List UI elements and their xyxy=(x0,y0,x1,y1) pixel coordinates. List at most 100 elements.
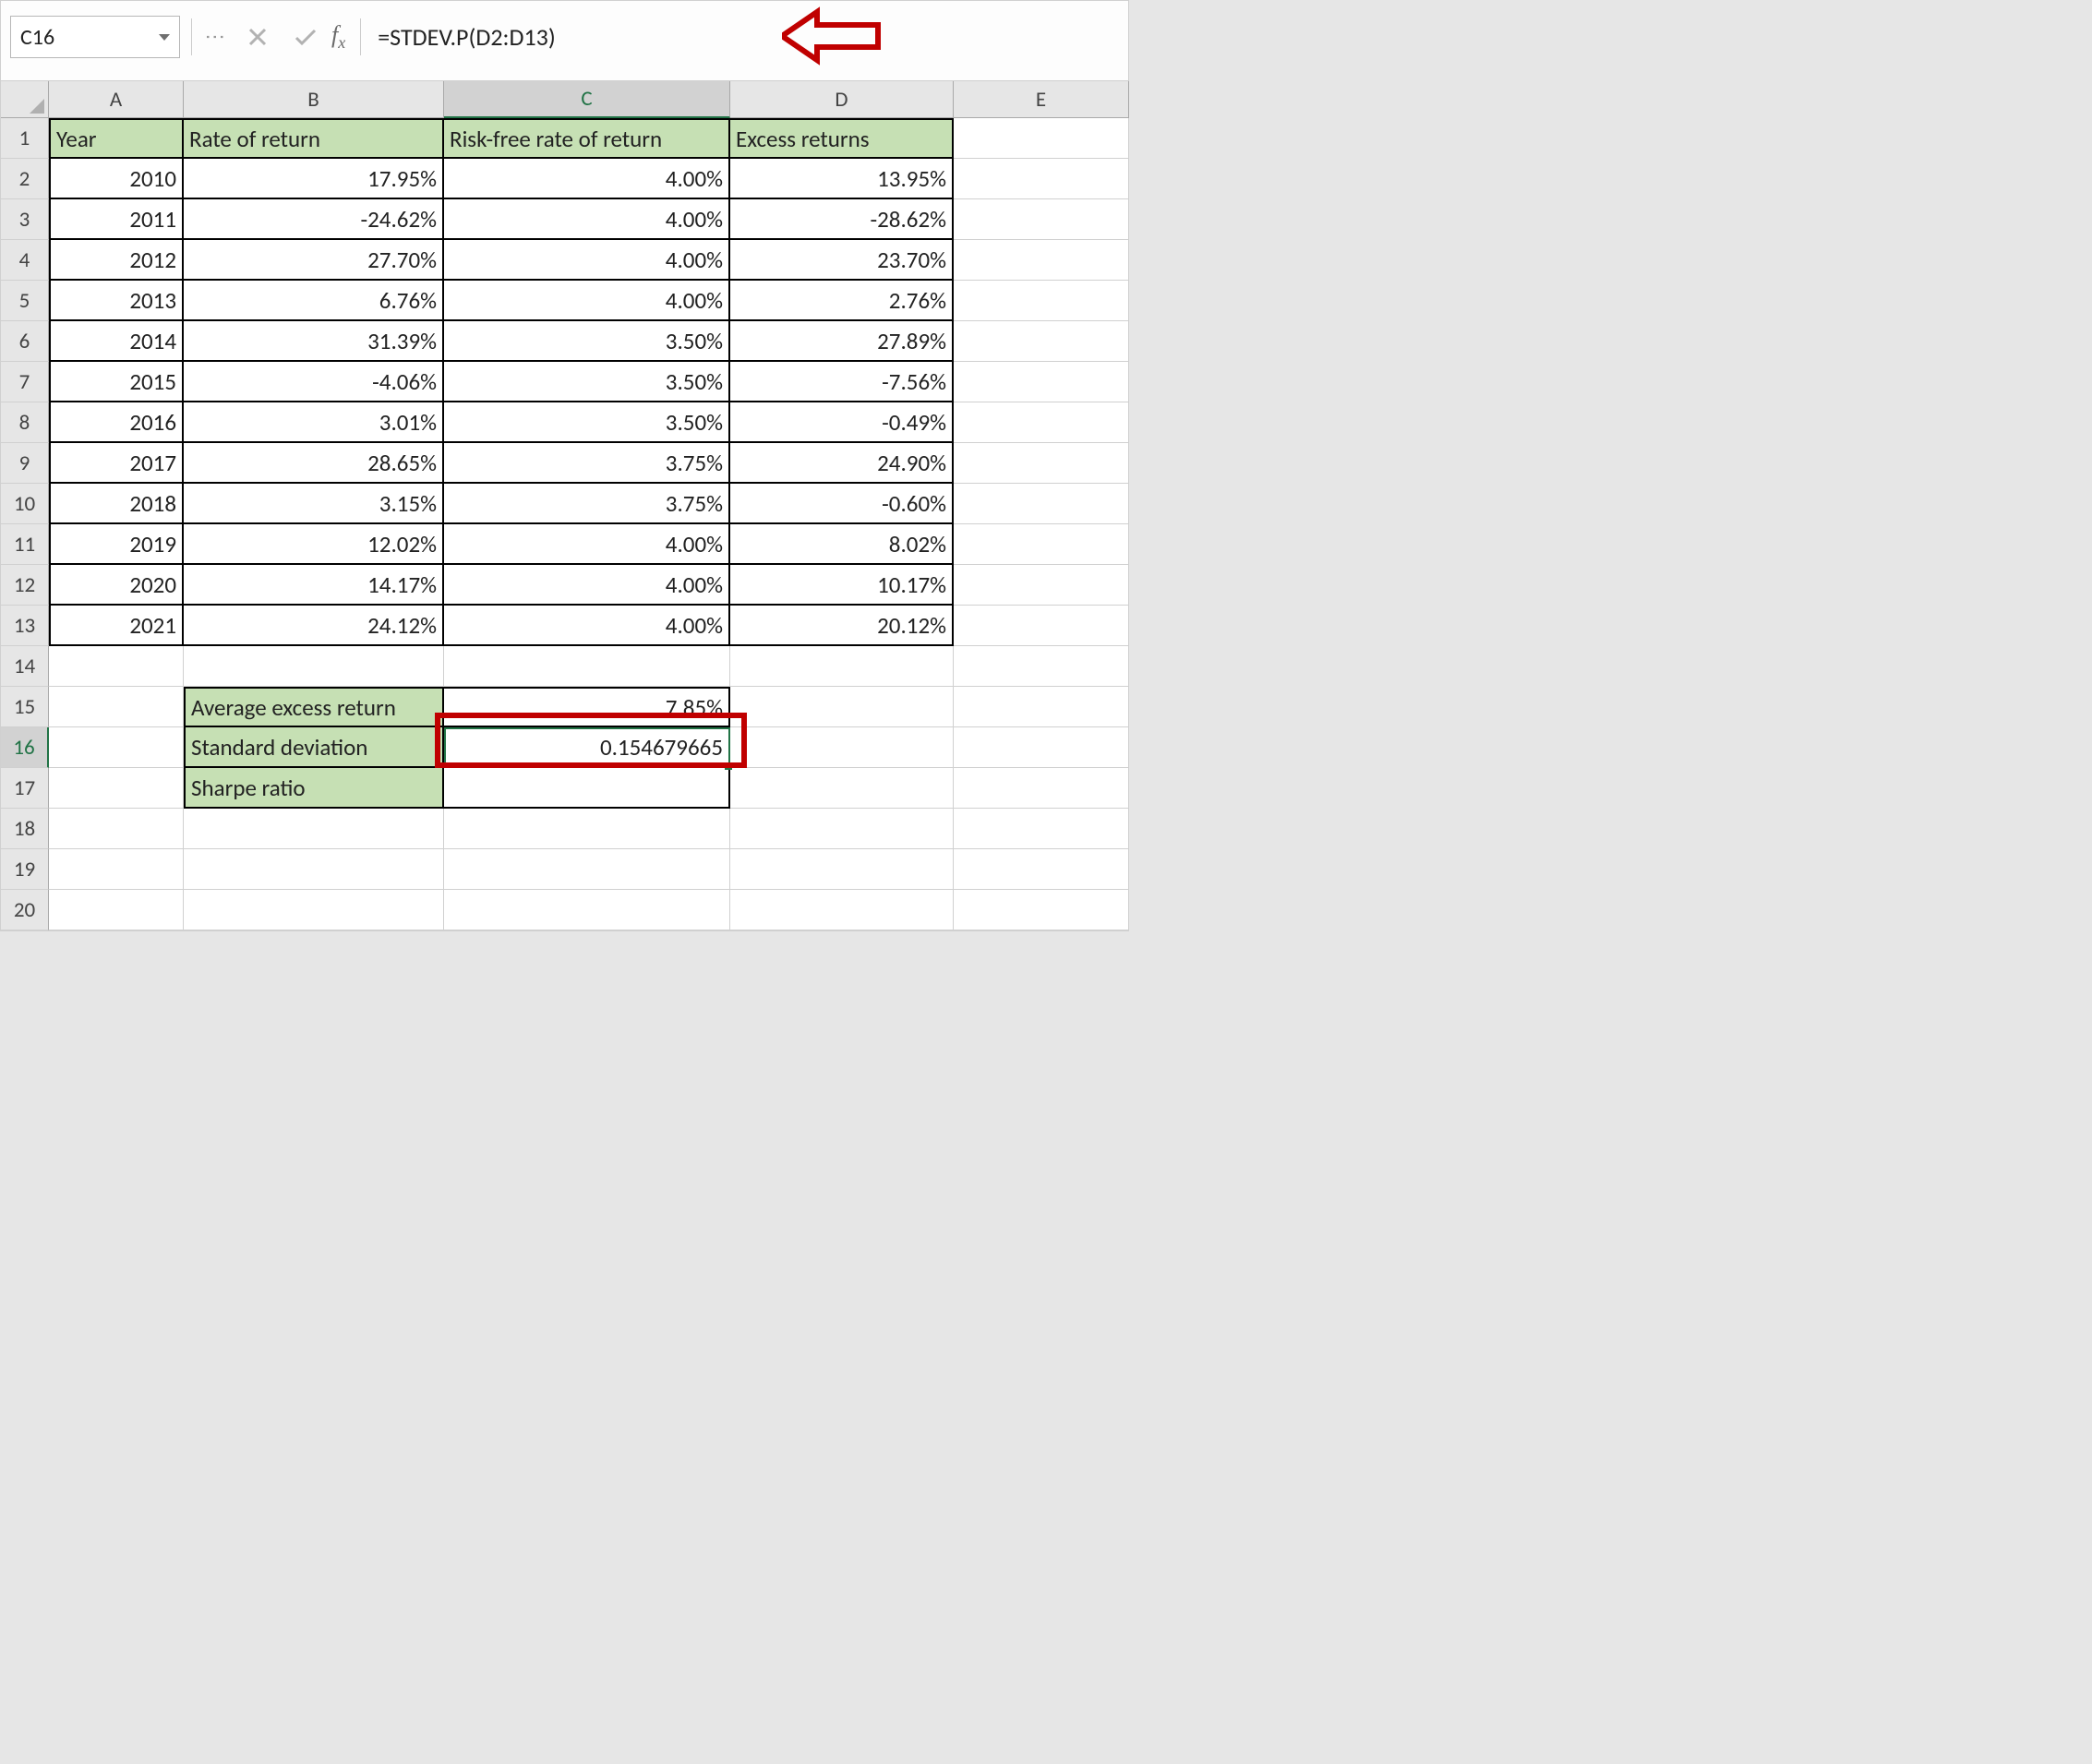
cell-D10[interactable]: -0.60% xyxy=(730,484,954,524)
row-header-13[interactable]: 13 xyxy=(1,606,49,646)
cell-B3[interactable]: -24.62% xyxy=(184,199,444,240)
row-header-2[interactable]: 2 xyxy=(1,159,49,199)
fx-icon[interactable]: fx xyxy=(331,21,345,53)
cell-A3[interactable]: 2011 xyxy=(49,199,184,240)
cell-E10[interactable] xyxy=(954,484,1129,524)
cell-E18[interactable] xyxy=(954,809,1129,849)
cell-A11[interactable]: 2019 xyxy=(49,524,184,565)
column-header-A[interactable]: A xyxy=(49,81,184,118)
cell-A13[interactable]: 2021 xyxy=(49,606,184,646)
cell-B14[interactable] xyxy=(184,646,444,687)
row-header-4[interactable]: 4 xyxy=(1,240,49,281)
cell-D17[interactable] xyxy=(730,768,954,809)
cell-C12[interactable]: 4.00% xyxy=(444,565,730,606)
cell-D19[interactable] xyxy=(730,849,954,890)
cell-E1[interactable] xyxy=(954,118,1129,159)
drag-handle-icon[interactable]: ⋮ xyxy=(203,27,228,47)
cell-B12[interactable]: 14.17% xyxy=(184,565,444,606)
cell-B7[interactable]: -4.06% xyxy=(184,362,444,402)
cell-E14[interactable] xyxy=(954,646,1129,687)
column-header-D[interactable]: D xyxy=(730,81,954,118)
row-header-11[interactable]: 11 xyxy=(1,524,49,565)
cell-A10[interactable]: 2018 xyxy=(49,484,184,524)
row-header-10[interactable]: 10 xyxy=(1,484,49,524)
cell-D11[interactable]: 8.02% xyxy=(730,524,954,565)
cell-B13[interactable]: 24.12% xyxy=(184,606,444,646)
row-header-6[interactable]: 6 xyxy=(1,321,49,362)
cell-B2[interactable]: 17.95% xyxy=(184,159,444,199)
cell-B16[interactable]: Standard deviation xyxy=(184,727,444,768)
cell-E17[interactable] xyxy=(954,768,1129,809)
cell-A5[interactable]: 2013 xyxy=(49,281,184,321)
cell-D2[interactable]: 13.95% xyxy=(730,159,954,199)
cell-C19[interactable] xyxy=(444,849,730,890)
cell-A2[interactable]: 2010 xyxy=(49,159,184,199)
cell-C5[interactable]: 4.00% xyxy=(444,281,730,321)
cancel-formula-button[interactable] xyxy=(239,18,276,55)
chevron-down-icon[interactable] xyxy=(159,34,170,41)
cell-B4[interactable]: 27.70% xyxy=(184,240,444,281)
row-header-5[interactable]: 5 xyxy=(1,281,49,321)
cell-A8[interactable]: 2016 xyxy=(49,402,184,443)
cell-B19[interactable] xyxy=(184,849,444,890)
cell-A7[interactable]: 2015 xyxy=(49,362,184,402)
cell-E19[interactable] xyxy=(954,849,1129,890)
cell-D18[interactable] xyxy=(730,809,954,849)
cell-A12[interactable]: 2020 xyxy=(49,565,184,606)
cell-C15[interactable]: 7.85% xyxy=(444,687,730,727)
cell-C20[interactable] xyxy=(444,890,730,930)
cell-C2[interactable]: 4.00% xyxy=(444,159,730,199)
spreadsheet-grid[interactable]: ABCDE1YearRate of returnRisk-free rate o… xyxy=(1,81,1128,930)
cell-B20[interactable] xyxy=(184,890,444,930)
cell-B11[interactable]: 12.02% xyxy=(184,524,444,565)
cell-D14[interactable] xyxy=(730,646,954,687)
cell-D4[interactable]: 23.70% xyxy=(730,240,954,281)
cell-C6[interactable]: 3.50% xyxy=(444,321,730,362)
cell-E15[interactable] xyxy=(954,687,1129,727)
cell-D6[interactable]: 27.89% xyxy=(730,321,954,362)
cell-A6[interactable]: 2014 xyxy=(49,321,184,362)
cell-A17[interactable] xyxy=(49,768,184,809)
cell-D8[interactable]: -0.49% xyxy=(730,402,954,443)
cell-C18[interactable] xyxy=(444,809,730,849)
row-header-3[interactable]: 3 xyxy=(1,199,49,240)
cell-D3[interactable]: -28.62% xyxy=(730,199,954,240)
cell-E12[interactable] xyxy=(954,565,1129,606)
cell-A1[interactable]: Year xyxy=(49,118,184,159)
row-header-1[interactable]: 1 xyxy=(1,118,49,159)
cell-B18[interactable] xyxy=(184,809,444,849)
cell-C7[interactable]: 3.50% xyxy=(444,362,730,402)
cell-E11[interactable] xyxy=(954,524,1129,565)
cell-E2[interactable] xyxy=(954,159,1129,199)
row-header-14[interactable]: 14 xyxy=(1,646,49,687)
row-header-15[interactable]: 15 xyxy=(1,687,49,727)
cell-B15[interactable]: Average excess return xyxy=(184,687,444,727)
cell-C11[interactable]: 4.00% xyxy=(444,524,730,565)
cell-A15[interactable] xyxy=(49,687,184,727)
cell-C13[interactable]: 4.00% xyxy=(444,606,730,646)
cell-A20[interactable] xyxy=(49,890,184,930)
cell-D16[interactable] xyxy=(730,727,954,768)
column-header-B[interactable]: B xyxy=(184,81,444,118)
cell-E13[interactable] xyxy=(954,606,1129,646)
cell-D12[interactable]: 10.17% xyxy=(730,565,954,606)
cell-A16[interactable] xyxy=(49,727,184,768)
formula-input[interactable]: =STDEV.P(D2:D13) xyxy=(372,22,612,52)
row-header-20[interactable]: 20 xyxy=(1,890,49,930)
cell-C4[interactable]: 4.00% xyxy=(444,240,730,281)
cell-E3[interactable] xyxy=(954,199,1129,240)
cell-B9[interactable]: 28.65% xyxy=(184,443,444,484)
cell-E20[interactable] xyxy=(954,890,1129,930)
cell-A19[interactable] xyxy=(49,849,184,890)
select-all-corner[interactable] xyxy=(1,81,49,118)
column-header-C[interactable]: C xyxy=(444,81,730,118)
column-header-E[interactable]: E xyxy=(954,81,1129,118)
cell-B1[interactable]: Rate of return xyxy=(184,118,444,159)
cell-C8[interactable]: 3.50% xyxy=(444,402,730,443)
cell-A18[interactable] xyxy=(49,809,184,849)
cell-C14[interactable] xyxy=(444,646,730,687)
cell-C17[interactable] xyxy=(444,768,730,809)
row-header-8[interactable]: 8 xyxy=(1,402,49,443)
confirm-formula-button[interactable] xyxy=(287,18,324,55)
cell-E16[interactable] xyxy=(954,727,1129,768)
